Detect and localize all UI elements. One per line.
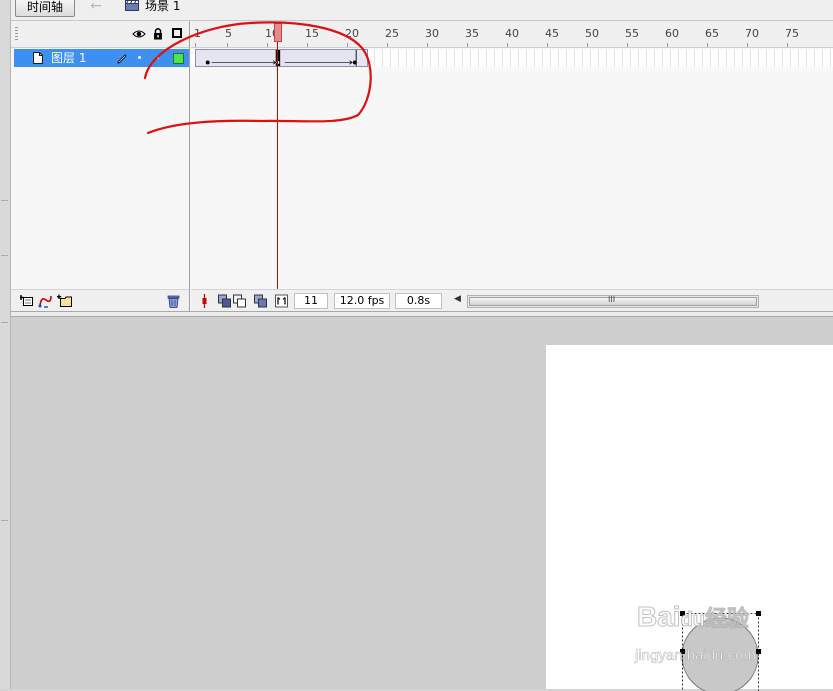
ruler-tick <box>747 43 748 47</box>
ruler-tick <box>507 43 508 47</box>
ruler-tick <box>627 43 628 47</box>
elapsed-time-field: 0.8s <box>395 293 442 309</box>
layer-color-swatch[interactable] <box>173 53 184 64</box>
edge-marker <box>1 520 8 521</box>
ruler-label: 50 <box>585 28 599 40</box>
layer-list: 图层 1 <box>11 21 190 311</box>
ruler-tick <box>427 43 428 47</box>
stage-canvas[interactable]: Baidu经验 jingyan.baidu.com <box>546 345 833 689</box>
add-guide-layer-icon[interactable] <box>38 294 53 308</box>
ruler-tick <box>307 43 308 47</box>
baidu-watermark: Baidu经验 jingyan.baidu.com <box>629 601 833 671</box>
watermark-brand-du: du <box>681 609 705 631</box>
ruler-label: 30 <box>425 28 439 40</box>
ruler-label: 35 <box>465 28 479 40</box>
ruler-label: 55 <box>625 28 639 40</box>
ruler-tick <box>227 43 228 47</box>
ruler-tick <box>267 43 268 47</box>
edge-marker <box>1 322 8 323</box>
eye-icon[interactable] <box>132 29 146 39</box>
pencil-icon <box>116 52 128 64</box>
ruler-tick <box>587 43 588 47</box>
stage-workspace[interactable]: Baidu经验 jingyan.baidu.com <box>11 317 833 689</box>
layer-frames[interactable] <box>191 49 833 67</box>
ruler-tick <box>195 43 196 47</box>
ruler-label: 40 <box>505 28 519 40</box>
top-toolbar: 时间轴 ← 场景 1 <box>11 0 833 21</box>
playhead-line <box>277 42 278 311</box>
ruler-label: 75 <box>785 28 799 40</box>
timeline-status-bar: 11 12.0 fps 0.8s ◀ III <box>191 289 833 312</box>
add-layer-icon[interactable] <box>20 294 34 308</box>
ruler-label: 15 <box>305 28 319 40</box>
playhead-marker[interactable] <box>274 23 282 42</box>
scrollbar-thumb[interactable]: III <box>469 297 757 306</box>
onion-skin-icon[interactable] <box>218 294 231 308</box>
ruler-label: 5 <box>225 28 232 40</box>
scene-label[interactable]: 场景 1 <box>145 0 180 14</box>
ruler-tick <box>387 43 388 47</box>
watermark-brand-cn: 经验 <box>705 606 749 631</box>
panel-grip[interactable] <box>15 27 18 41</box>
edge-marker <box>1 255 8 256</box>
center-frame-icon[interactable] <box>199 294 210 308</box>
frame-grid[interactable]: 1 5 10 15 20 25 30 35 40 45 50 55 60 65 … <box>191 21 833 311</box>
clapperboard-icon <box>125 0 139 11</box>
visibility-dot[interactable] <box>138 56 141 59</box>
layer-header <box>11 21 189 48</box>
ruler-label: 45 <box>545 28 559 40</box>
watermark-brand: Bai <box>637 601 681 632</box>
ruler-tick <box>547 43 548 47</box>
ruler-label: 20 <box>345 28 359 40</box>
layer-toolbar <box>11 289 189 312</box>
layer-row[interactable]: 图层 1 <box>14 49 189 67</box>
watermark-url: jingyan.baidu.com <box>635 647 756 664</box>
ruler-tick <box>707 43 708 47</box>
layer-page-icon <box>33 52 43 64</box>
motion-tween-span[interactable] <box>195 49 368 67</box>
ruler-label: 1 <box>194 28 201 40</box>
add-folder-icon[interactable] <box>57 294 73 308</box>
ruler-label: 65 <box>705 28 719 40</box>
onion-outline-icon[interactable] <box>233 294 246 308</box>
edge-marker <box>1 200 8 201</box>
edit-multiple-frames-icon[interactable] <box>254 294 267 308</box>
back-arrow-icon[interactable]: ← <box>86 0 106 15</box>
window-left-edge <box>0 0 11 689</box>
timeline-panel: 图层 1 <box>11 21 833 311</box>
timeline-tab-button[interactable]: 时间轴 <box>15 0 75 17</box>
scrollbar-grip: III <box>608 295 615 304</box>
ruler-label: 25 <box>385 28 399 40</box>
scroll-left-arrow-icon[interactable]: ◀ <box>454 294 461 304</box>
delete-icon[interactable] <box>167 294 180 308</box>
frame-rate-field[interactable]: 12.0 fps <box>334 293 390 309</box>
layer-name[interactable]: 图层 1 <box>51 50 86 66</box>
onion-markers-icon[interactable] <box>275 294 288 308</box>
horizontal-scrollbar[interactable]: III <box>467 295 759 308</box>
ruler-label: 70 <box>745 28 759 40</box>
ruler-label: 60 <box>665 28 679 40</box>
frame-ruler[interactable]: 1 5 10 15 20 25 30 35 40 45 50 55 60 65 … <box>191 21 833 48</box>
outline-icon[interactable] <box>172 28 182 38</box>
lock-icon[interactable] <box>153 27 163 40</box>
ruler-tick <box>347 43 348 47</box>
ruler-tick <box>467 43 468 47</box>
lock-dot[interactable] <box>156 56 159 59</box>
ruler-tick <box>787 43 788 47</box>
current-frame-field[interactable]: 11 <box>294 293 328 309</box>
ruler-tick <box>667 43 668 47</box>
